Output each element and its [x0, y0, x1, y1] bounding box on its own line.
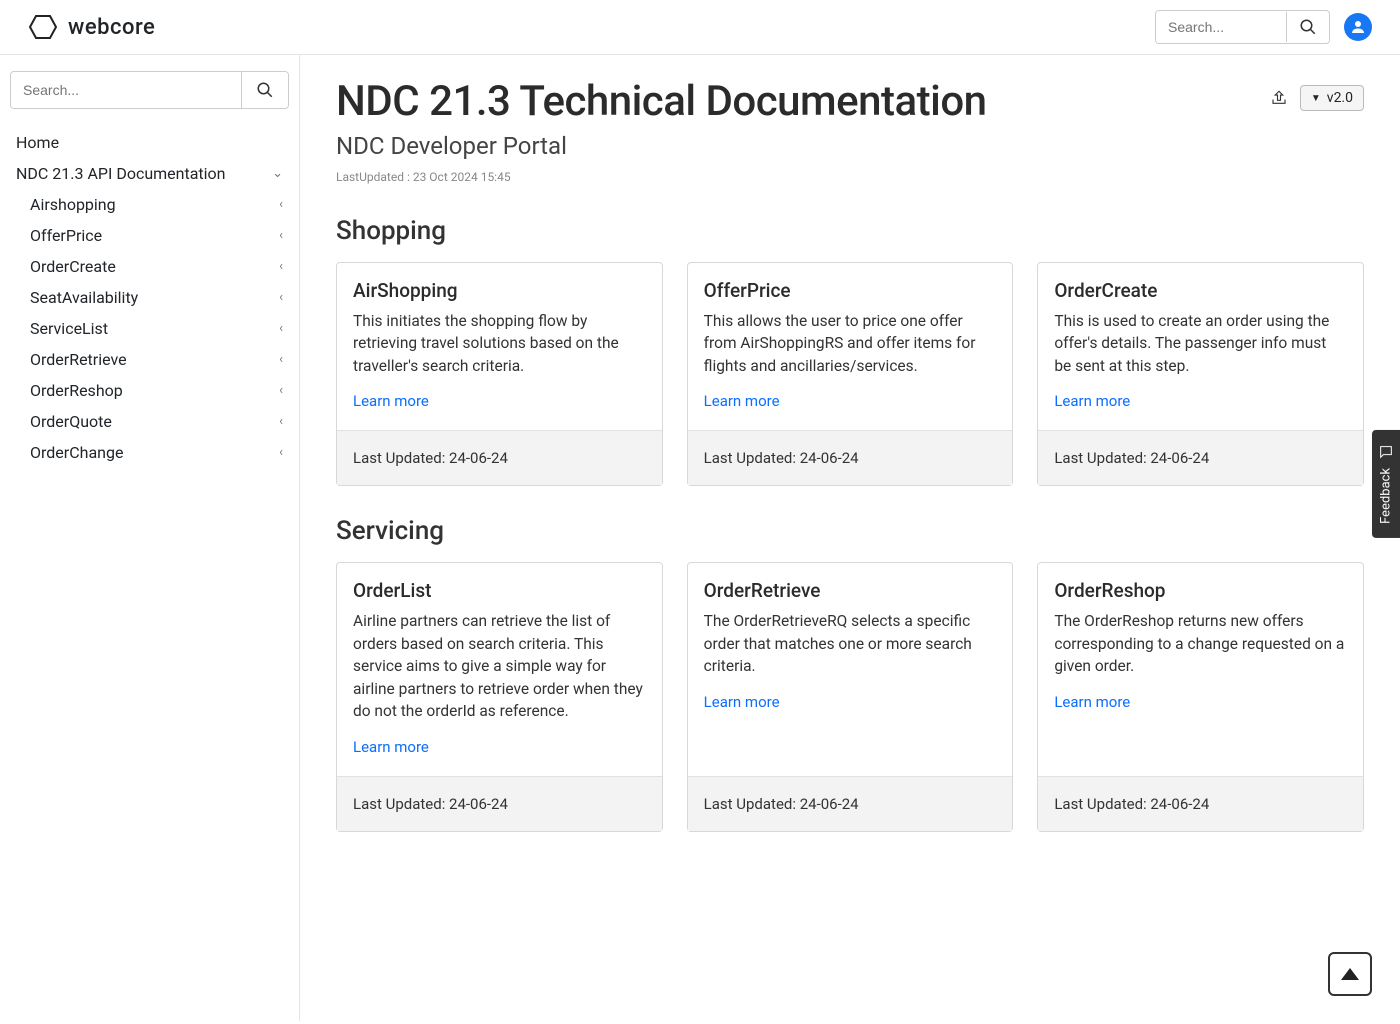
user-icon [1349, 18, 1367, 36]
card-footer: Last Updated: 24-06-24 [688, 430, 1013, 485]
chevron-down-icon: ⌄ [272, 166, 283, 181]
card-footer: Last Updated: 24-06-24 [1038, 776, 1363, 831]
search-icon [256, 81, 274, 99]
card-orderlist: OrderList Airline partners can retrieve … [336, 562, 663, 831]
nav-item-label: OfferPrice [30, 226, 102, 245]
nav-item-label: OrderCreate [30, 257, 116, 276]
sidebar-search-button[interactable] [241, 72, 288, 108]
topbar: webcore [0, 0, 1400, 55]
hexagon-logo-icon [28, 12, 58, 42]
sidebar: Home NDC 21.3 API Documentation ⌄ Airsho… [0, 55, 300, 1021]
page-actions: ▼ v2.0 [1270, 85, 1364, 111]
version-label: v2.0 [1327, 90, 1353, 106]
nav-orderchange[interactable]: OrderChange ‹ [10, 437, 289, 468]
section-servicing-title: Servicing [336, 516, 1364, 546]
nav-item-label: Home [16, 133, 59, 152]
card-footer: Last Updated: 24-06-24 [337, 430, 662, 485]
sidebar-search-input[interactable] [11, 72, 241, 108]
nav-item-label: OrderQuote [30, 412, 112, 431]
learn-more-link[interactable]: Learn more [704, 693, 780, 711]
card-orderretrieve: OrderRetrieve The OrderRetrieveRQ select… [687, 562, 1014, 831]
learn-more-link[interactable]: Learn more [1054, 392, 1130, 410]
nav-item-label: SeatAvailability [30, 288, 138, 307]
nav-airshopping[interactable]: Airshopping ‹ [10, 189, 289, 220]
card-title: OrderReshop [1054, 579, 1347, 602]
triangle-up-icon [1341, 968, 1359, 980]
page-subtitle: NDC Developer Portal [336, 132, 1364, 160]
card-desc: This initiates the shopping flow by retr… [353, 310, 646, 377]
nav-item-label: OrderRetrieve [30, 350, 127, 369]
top-search-input[interactable] [1156, 11, 1286, 43]
nav-item-label: NDC 21.3 API Documentation [16, 164, 226, 183]
main-content: NDC 21.3 Technical Documentation ▼ v2.0 … [300, 55, 1400, 1021]
chevron-left-icon: ‹ [279, 383, 283, 398]
card-title: AirShopping [353, 279, 646, 302]
nav-orderretrieve[interactable]: OrderRetrieve ‹ [10, 344, 289, 375]
page-last-updated: LastUpdated : 23 Oct 2024 15:45 [336, 170, 1364, 184]
nav-root[interactable]: NDC 21.3 API Documentation ⌄ [10, 158, 289, 189]
brand-name: webcore [68, 15, 155, 40]
caret-down-icon: ▼ [1311, 93, 1321, 104]
nav-item-label: OrderReshop [30, 381, 123, 400]
card-offerprice: OfferPrice This allows the user to price… [687, 262, 1014, 486]
servicing-grid: OrderList Airline partners can retrieve … [336, 562, 1364, 831]
card-desc: This allows the user to price one offer … [704, 310, 997, 377]
nav-home[interactable]: Home [10, 127, 289, 158]
chevron-left-icon: ‹ [279, 259, 283, 274]
top-search [1155, 10, 1330, 44]
learn-more-link[interactable]: Learn more [353, 738, 429, 756]
nav-item-label: Airshopping [30, 195, 116, 214]
chevron-left-icon: ‹ [279, 352, 283, 367]
chevron-left-icon: ‹ [279, 445, 283, 460]
sidebar-search [10, 71, 289, 109]
card-desc: This is used to create an order using th… [1054, 310, 1347, 377]
card-desc: The OrderRetrieveRQ selects a specific o… [704, 610, 997, 677]
chevron-left-icon: ‹ [279, 321, 283, 336]
version-select[interactable]: ▼ v2.0 [1300, 85, 1364, 111]
nav-ordercreate[interactable]: OrderCreate ‹ [10, 251, 289, 282]
nav-offerprice[interactable]: OfferPrice ‹ [10, 220, 289, 251]
card-footer: Last Updated: 24-06-24 [337, 776, 662, 831]
card-footer: Last Updated: 24-06-24 [1038, 430, 1363, 485]
chevron-left-icon: ‹ [279, 228, 283, 243]
card-title: OrderRetrieve [704, 579, 997, 602]
nav-orderreshop[interactable]: OrderReshop ‹ [10, 375, 289, 406]
nav-seatavailability[interactable]: SeatAvailability ‹ [10, 282, 289, 313]
card-orderreshop: OrderReshop The OrderReshop returns new … [1037, 562, 1364, 831]
chevron-left-icon: ‹ [279, 414, 283, 429]
chevron-left-icon: ‹ [279, 197, 283, 212]
shopping-grid: AirShopping This initiates the shopping … [336, 262, 1364, 486]
share-button[interactable] [1270, 89, 1288, 107]
learn-more-link[interactable]: Learn more [353, 392, 429, 410]
brand[interactable]: webcore [28, 12, 155, 42]
page-title: NDC 21.3 Technical Documentation [336, 77, 987, 126]
card-title: OrderCreate [1054, 279, 1347, 302]
page-header: NDC 21.3 Technical Documentation ▼ v2.0 [336, 77, 1364, 126]
learn-more-link[interactable]: Learn more [1054, 693, 1130, 711]
learn-more-link[interactable]: Learn more [704, 392, 780, 410]
share-icon [1270, 89, 1288, 107]
user-avatar[interactable] [1344, 13, 1372, 41]
card-title: OfferPrice [704, 279, 997, 302]
top-search-button[interactable] [1286, 12, 1329, 42]
search-icon [1299, 18, 1317, 36]
topbar-right [1155, 10, 1372, 44]
nav-item-label: OrderChange [30, 443, 123, 462]
nav-orderquote[interactable]: OrderQuote ‹ [10, 406, 289, 437]
chevron-left-icon: ‹ [279, 290, 283, 305]
card-footer: Last Updated: 24-06-24 [688, 776, 1013, 831]
feedback-tab[interactable]: Feedback [1372, 430, 1400, 538]
nav-servicelist[interactable]: ServiceList ‹ [10, 313, 289, 344]
scroll-top-button[interactable] [1328, 952, 1372, 996]
card-desc: The OrderReshop returns new offers corre… [1054, 610, 1347, 677]
feedback-label: Feedback [1379, 468, 1394, 524]
card-ordercreate: OrderCreate This is used to create an or… [1037, 262, 1364, 486]
card-desc: Airline partners can retrieve the list o… [353, 610, 646, 722]
nav-item-label: ServiceList [30, 319, 108, 338]
card-title: OrderList [353, 579, 646, 602]
card-airshopping: AirShopping This initiates the shopping … [336, 262, 663, 486]
chat-icon [1378, 444, 1394, 460]
section-shopping-title: Shopping [336, 216, 1364, 246]
